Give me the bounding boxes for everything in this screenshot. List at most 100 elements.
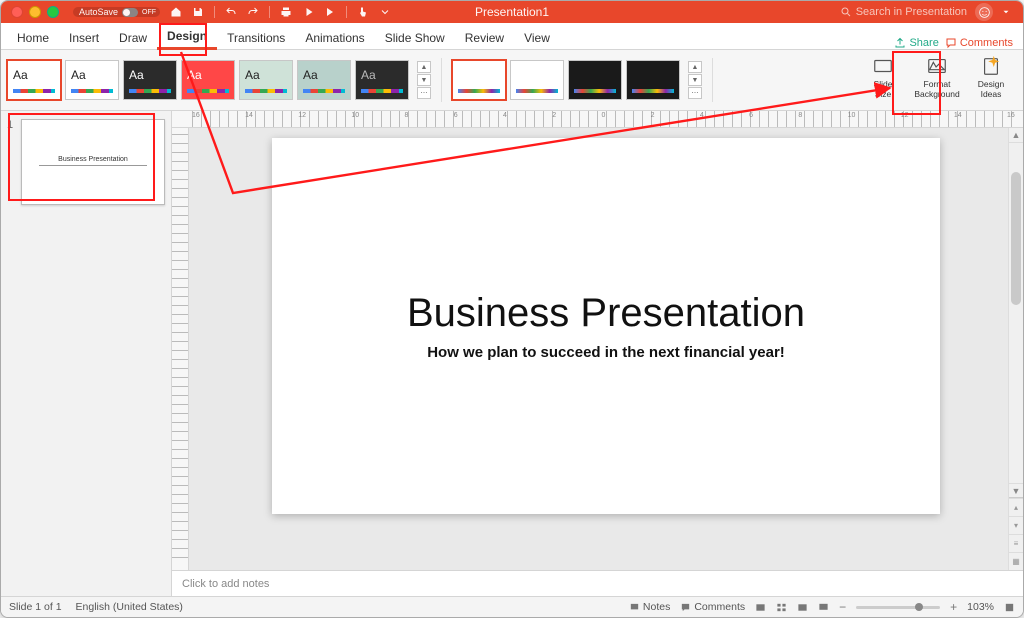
- tab-transitions[interactable]: Transitions: [217, 26, 295, 49]
- format-background-label: Format Background: [914, 79, 959, 99]
- touch-mode-icon[interactable]: [357, 6, 369, 18]
- chevron-down-icon[interactable]: [1001, 7, 1011, 17]
- ruler-tick-label: 8: [798, 112, 802, 119]
- theme-thumbnail[interactable]: Aa: [65, 60, 119, 100]
- tab-insert[interactable]: Insert: [59, 26, 109, 49]
- undo-icon[interactable]: [225, 6, 237, 18]
- ruler-tick-label: 6: [749, 112, 753, 119]
- ribbon-tabs: Home Insert Draw Design Transitions Anim…: [1, 23, 1023, 50]
- work-area: 1 Business Presentation 1614121086420246…: [1, 111, 1023, 597]
- scroll-thumb[interactable]: [1011, 172, 1021, 305]
- tab-slide-show[interactable]: Slide Show: [375, 26, 455, 49]
- mini-title: Business Presentation: [58, 156, 128, 163]
- ruler-tick-label: 2: [651, 112, 655, 119]
- window-controls: [1, 6, 59, 18]
- chevron-down-icon[interactable]: ▼: [688, 74, 702, 86]
- theme-thumbnail[interactable]: Aa: [297, 60, 351, 100]
- scroll-up-icon[interactable]: ▲: [1009, 128, 1023, 143]
- redo-icon[interactable]: [247, 6, 259, 18]
- document-title: Presentation1: [475, 5, 549, 19]
- slide-canvas[interactable]: Business Presentation How we plan to suc…: [272, 138, 940, 514]
- zoom-slider[interactable]: [856, 606, 940, 609]
- slide-subtitle[interactable]: How we plan to succeed in the next finan…: [427, 344, 785, 361]
- ruler-tick-label: 16: [192, 112, 200, 119]
- canvas-area[interactable]: Business Presentation How we plan to suc…: [189, 128, 1023, 570]
- slide-title[interactable]: Business Presentation: [407, 291, 805, 336]
- tab-animations[interactable]: Animations: [295, 26, 374, 49]
- status-comments-button[interactable]: Comments: [680, 601, 745, 613]
- zoom-in-button[interactable]: +: [950, 600, 957, 614]
- outline-toggle-icon[interactable]: ≡: [1009, 534, 1023, 552]
- minimize-window-icon[interactable]: [29, 6, 41, 18]
- slideshow-view-icon[interactable]: [818, 602, 829, 613]
- theme-thumbnail[interactable]: Aa: [123, 60, 177, 100]
- prev-slide-button[interactable]: ▴: [1009, 498, 1023, 516]
- theme-thumbnail[interactable]: Aa: [355, 60, 409, 100]
- reading-view-icon[interactable]: [797, 602, 808, 613]
- tab-review[interactable]: Review: [455, 26, 514, 49]
- vertical-scrollbar[interactable]: ▲ ▼ ▴ ▾ ≡ ▦: [1008, 128, 1023, 570]
- scroll-down-icon[interactable]: ▼: [1009, 483, 1023, 498]
- title-bar: AutoSave OFF Presentation1 Search in Pre…: [1, 1, 1023, 23]
- variants-gallery: [452, 60, 680, 100]
- zoom-percent[interactable]: 103%: [967, 601, 994, 613]
- status-slide-count: Slide 1 of 1: [9, 601, 62, 613]
- format-background-button[interactable]: Format Background: [911, 52, 963, 106]
- search-box[interactable]: Search in Presentation: [840, 6, 967, 18]
- comment-icon: [680, 602, 691, 613]
- slide-number: 1: [7, 119, 15, 205]
- tab-view[interactable]: View: [514, 26, 560, 49]
- maximize-window-icon[interactable]: [47, 6, 59, 18]
- format-background-icon: [926, 55, 948, 77]
- from-current-icon[interactable]: [324, 6, 336, 18]
- themes-gallery-nav[interactable]: ▲ ▼ ⋯: [417, 59, 431, 101]
- status-language[interactable]: English (United States): [76, 601, 183, 613]
- ellipsis-icon[interactable]: ⋯: [688, 87, 702, 99]
- chevron-up-icon[interactable]: ▲: [688, 61, 702, 73]
- ruler-tick-label: 16: [1007, 112, 1015, 119]
- design-ideas-button[interactable]: Design Ideas: [965, 52, 1017, 106]
- theme-thumbnail[interactable]: Aa: [7, 60, 61, 100]
- tab-draw[interactable]: Draw: [109, 26, 157, 49]
- normal-view-icon[interactable]: [755, 602, 766, 613]
- ruler-tick-label: 14: [954, 112, 962, 119]
- print-icon[interactable]: [280, 6, 292, 18]
- ellipsis-icon[interactable]: ⋯: [417, 87, 431, 99]
- status-notes-button[interactable]: Notes: [629, 601, 670, 613]
- tab-home[interactable]: Home: [7, 26, 59, 49]
- slide-thumbnail[interactable]: 1 Business Presentation: [7, 119, 165, 205]
- chevron-down-icon[interactable]: ▼: [417, 74, 431, 86]
- zoom-out-button[interactable]: −: [839, 600, 846, 614]
- theme-thumbnail[interactable]: Aa: [181, 60, 235, 100]
- ruler-tick-label: 12: [298, 112, 306, 119]
- autosave-toggle[interactable]: AutoSave OFF: [73, 7, 160, 17]
- slide-nav-icon[interactable]: ▦: [1009, 552, 1023, 570]
- next-slide-button[interactable]: ▾: [1009, 516, 1023, 534]
- qat-dropdown-icon[interactable]: [379, 6, 391, 18]
- variant-thumbnail[interactable]: [568, 60, 622, 100]
- search-icon: [840, 6, 852, 18]
- notes-placeholder: Click to add notes: [182, 578, 269, 590]
- home-icon[interactable]: [170, 6, 182, 18]
- account-button[interactable]: [975, 3, 993, 21]
- save-icon[interactable]: [192, 6, 204, 18]
- theme-thumbnail[interactable]: Aa: [239, 60, 293, 100]
- share-label: Share: [909, 37, 938, 49]
- variants-gallery-nav[interactable]: ▲ ▼ ⋯: [688, 59, 702, 101]
- from-beginning-icon[interactable]: [302, 6, 314, 18]
- slide-size-button[interactable]: Slide Size: [857, 52, 909, 106]
- chevron-up-icon[interactable]: ▲: [417, 61, 431, 73]
- variant-thumbnail[interactable]: [510, 60, 564, 100]
- ruler-tick-label: 4: [503, 112, 507, 119]
- comments-button[interactable]: Comments: [945, 37, 1013, 49]
- notes-pane[interactable]: Click to add notes: [172, 570, 1023, 597]
- fit-to-window-icon[interactable]: [1004, 602, 1015, 613]
- horizontal-ruler: 1614121086420246810121416: [172, 111, 1023, 128]
- variant-thumbnail[interactable]: [626, 60, 680, 100]
- tab-design[interactable]: Design: [157, 24, 217, 50]
- toggle-icon: [122, 8, 138, 17]
- slide-sorter-icon[interactable]: [776, 602, 787, 613]
- close-window-icon[interactable]: [11, 6, 23, 18]
- share-button[interactable]: Share: [894, 37, 938, 49]
- variant-thumbnail[interactable]: [452, 60, 506, 100]
